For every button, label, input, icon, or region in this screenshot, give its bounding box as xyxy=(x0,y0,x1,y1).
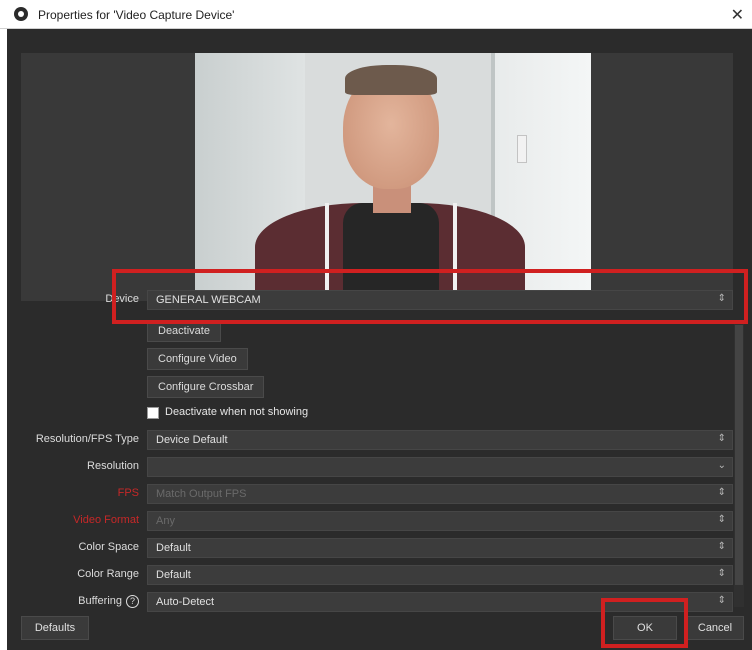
spin-arrows-icon: ⇕ xyxy=(717,433,726,444)
resolution-row: Resolution ⌄ xyxy=(21,457,733,477)
vertical-scrollbar[interactable] xyxy=(734,321,744,607)
resolution-select[interactable]: ⌄ xyxy=(147,457,733,477)
resolution-fps-type-label: Resolution/FPS Type xyxy=(35,433,139,445)
fps-label: FPS xyxy=(117,487,139,499)
ok-highlight-box xyxy=(601,598,688,648)
resolution-label: Resolution xyxy=(87,460,139,472)
color-space-select[interactable]: Default ⇕ xyxy=(147,538,733,558)
resolution-fps-type-row: Resolution/FPS Type Device Default ⇕ xyxy=(21,430,733,450)
spin-arrows-icon: ⇕ xyxy=(717,514,726,525)
buffering-label-wrap: Buffering? xyxy=(21,595,139,608)
scrollbar-thumb[interactable] xyxy=(735,325,743,585)
cancel-button[interactable]: Cancel xyxy=(686,616,744,640)
video-format-row: Video Format Any ⇕ xyxy=(21,511,733,531)
deactivate-when-not-showing-label: Deactivate when not showing xyxy=(165,406,309,418)
obs-logo-icon xyxy=(14,7,28,21)
video-format-select[interactable]: Any ⇕ xyxy=(147,511,733,531)
chevron-down-icon: ⌄ xyxy=(717,460,726,471)
fps-select[interactable]: Match Output FPS ⇕ xyxy=(147,484,733,504)
webcam-preview xyxy=(195,53,591,297)
spin-arrows-icon: ⇕ xyxy=(717,568,726,579)
video-format-label: Video Format xyxy=(73,514,139,526)
spin-arrows-icon: ⇕ xyxy=(717,595,726,606)
light-switch-image xyxy=(517,135,527,163)
defaults-button[interactable]: Defaults xyxy=(21,616,89,640)
device-highlight-box xyxy=(112,269,748,324)
window-title: Properties for 'Video Capture Device' xyxy=(38,8,235,22)
deactivate-when-not-showing-checkbox[interactable] xyxy=(147,407,159,419)
configure-video-button[interactable]: Configure Video xyxy=(147,348,248,370)
color-range-select[interactable]: Default ⇕ xyxy=(147,565,733,585)
buffering-label: Buffering xyxy=(78,595,122,607)
help-icon[interactable]: ? xyxy=(126,595,139,608)
resolution-fps-type-select[interactable]: Device Default ⇕ xyxy=(147,430,733,450)
spin-arrows-icon: ⇕ xyxy=(717,487,726,498)
color-range-label: Color Range xyxy=(77,568,139,580)
spin-arrows-icon: ⇕ xyxy=(717,541,726,552)
color-space-row: Color Space Default ⇕ xyxy=(21,538,733,558)
color-range-row: Color Range Default ⇕ xyxy=(21,565,733,585)
fps-row: FPS Match Output FPS ⇕ xyxy=(21,484,733,504)
title-bar: Properties for 'Video Capture Device' ✕ xyxy=(0,0,752,29)
configure-crossbar-button[interactable]: Configure Crossbar xyxy=(147,376,265,398)
preview-area xyxy=(21,53,733,301)
close-icon[interactable]: ✕ xyxy=(731,5,744,25)
color-space-label: Color Space xyxy=(78,541,139,553)
properties-dialog: Device GENERAL WEBCAM ⇕ Deactivate Confi… xyxy=(0,29,752,650)
